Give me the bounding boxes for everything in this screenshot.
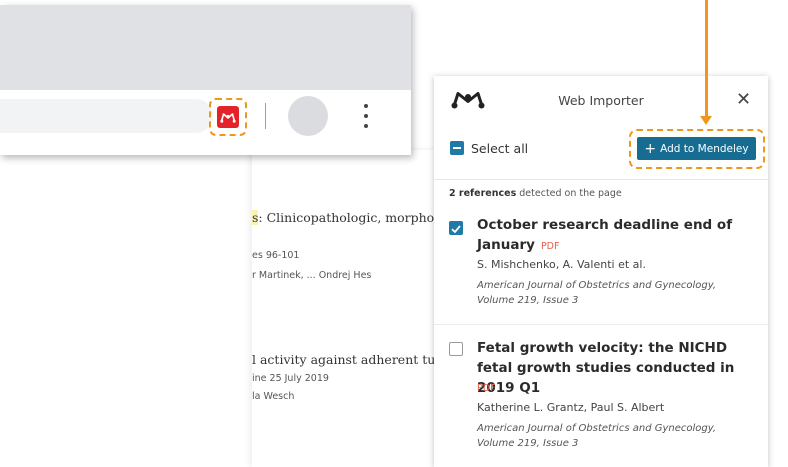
toolbar-separator <box>265 103 266 129</box>
reference-title[interactable]: Fetal growth velocity: the NICHD fetal g… <box>477 338 757 398</box>
callout-arrow-line <box>705 0 708 117</box>
reference-divider <box>434 324 768 325</box>
pdf-badge[interactable]: PDF <box>477 383 496 394</box>
panel-header: Web Importer ✕ <box>434 76 768 127</box>
reference-checkbox[interactable] <box>449 221 463 235</box>
browser-toolbar <box>0 90 411 155</box>
profile-avatar[interactable] <box>288 96 328 136</box>
add-button-highlight: + Add to Mendeley <box>629 129 765 169</box>
panel-title: Web Importer <box>558 93 644 108</box>
article-authors-1: r Martinek, ... Ondrej Hes <box>252 270 372 281</box>
article-pages-1: es 96-101 <box>252 250 300 261</box>
add-to-mendeley-button[interactable]: + Add to Mendeley <box>637 137 756 160</box>
article-title-2[interactable]: l activity against adherent tumo <box>252 352 442 367</box>
article-title-1[interactable]: s: Clinicopathologic, morpholo <box>252 210 442 225</box>
mendeley-icon <box>217 106 239 128</box>
background-article-page: s: Clinicopathologic, morpholo es 96-101… <box>252 150 442 467</box>
pdf-badge[interactable]: PDF <box>541 241 560 252</box>
browser-window <box>0 5 411 155</box>
article-authors-2: la Wesch <box>252 391 295 402</box>
add-button-label: Add to Mendeley <box>660 142 749 155</box>
tab-bar <box>0 5 411 90</box>
reference-journal: American Journal of Obstetrics and Gynec… <box>477 423 717 449</box>
reference-journal: American Journal of Obstetrics and Gynec… <box>477 280 717 306</box>
select-all-checkbox[interactable] <box>450 141 464 155</box>
address-bar[interactable] <box>0 99 213 133</box>
reference-title[interactable]: October research deadline end of January… <box>477 215 757 257</box>
close-icon[interactable]: ✕ <box>736 90 751 110</box>
reference-count: 2 references detected on the page <box>449 188 622 199</box>
reference-authors: Katherine L. Grantz, Paul S. Albert <box>477 401 665 414</box>
reference-authors: S. Mishchenko, A. Valenti et al. <box>477 258 646 271</box>
mendeley-extension-button[interactable] <box>209 98 247 136</box>
select-bar: Select all + Add to Mendeley <box>434 127 768 180</box>
article-title-1-rest: : Clinicopathologic, morpholo <box>258 210 442 225</box>
callout-arrow-head <box>700 116 712 125</box>
plus-icon: + <box>644 140 657 157</box>
web-importer-panel: Web Importer ✕ Select all + Add to Mende… <box>434 76 768 467</box>
select-all-label[interactable]: Select all <box>471 141 528 156</box>
kebab-menu-icon[interactable] <box>359 100 373 132</box>
reference-checkbox[interactable] <box>449 342 463 356</box>
article-date-2: ine 25 July 2019 <box>252 373 329 384</box>
